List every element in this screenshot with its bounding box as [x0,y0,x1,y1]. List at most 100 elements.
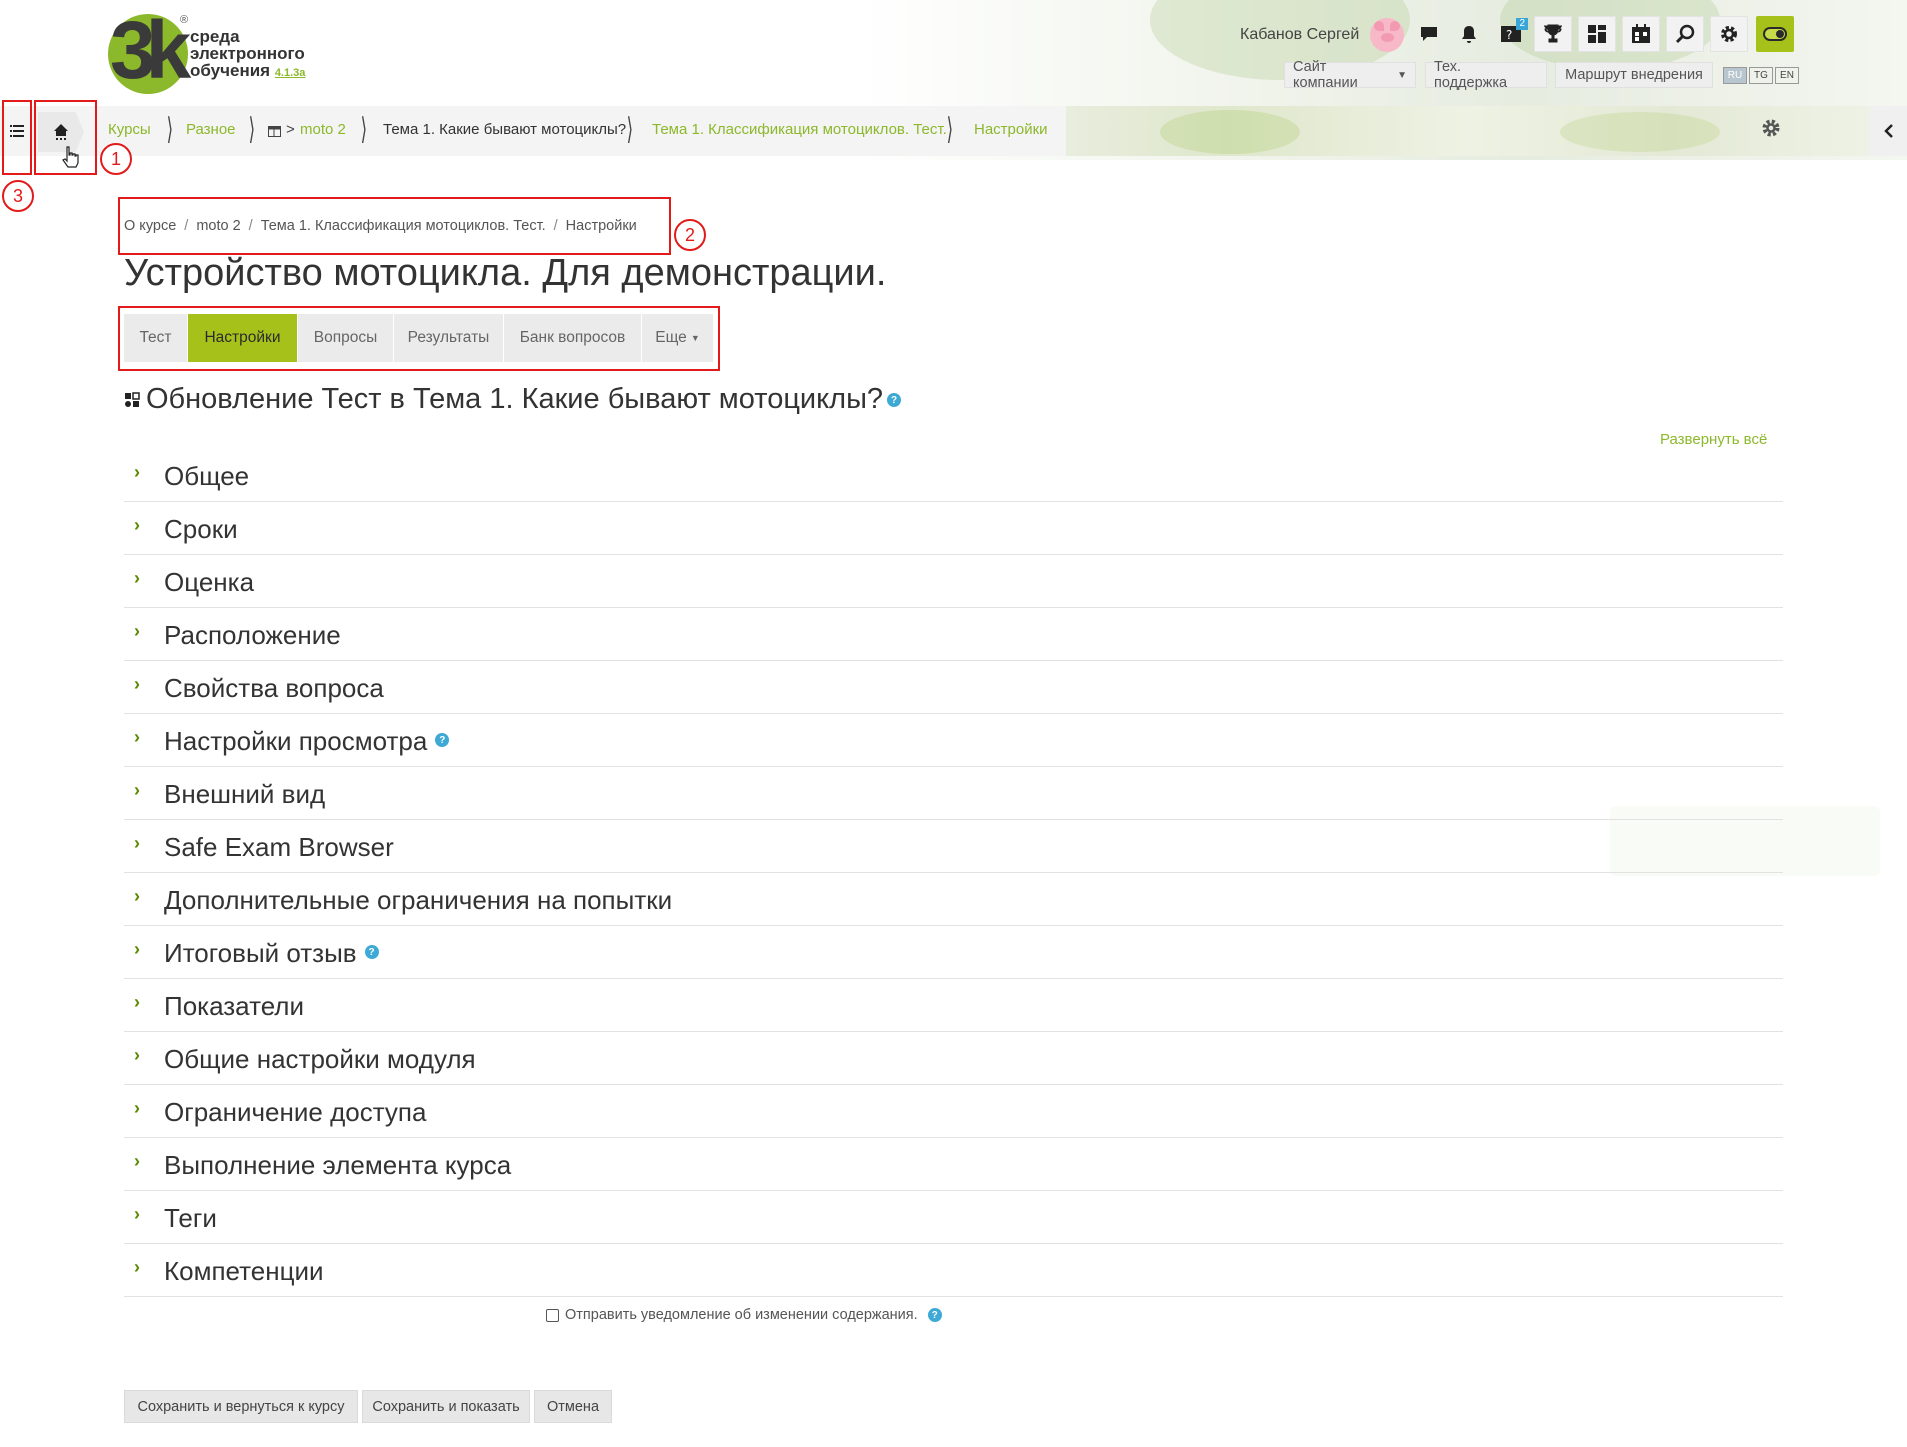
page-settings-gear-icon[interactable] [1760,117,1782,145]
help-badge-icon[interactable]: ? 2 [1494,16,1532,52]
path-item-about[interactable]: О курсе [124,218,176,234]
lang-en[interactable]: EN [1775,67,1799,84]
lang-tg[interactable]: TG [1749,67,1773,84]
section-label: Настройки просмотра? [164,726,450,757]
avatar-ear [1390,21,1400,31]
breadcrumb-item-courses[interactable]: Курсы [108,121,151,138]
section-safe-exam-browser[interactable]: › Safe Exam Browser [124,820,1783,873]
search-icon[interactable] [1666,16,1704,52]
chat-icon[interactable] [1410,16,1448,52]
section-indicators[interactable]: › Показатели [124,979,1783,1032]
help-icon[interactable]: ? [364,945,379,960]
section-label-text: Общее [164,461,250,491]
section-label-text: Safe Exam Browser [164,832,394,862]
gear-icon[interactable] [1710,16,1748,52]
page-title: Устройство мотоцикла. Для демонстрации. [124,252,887,294]
section-overall-feedback[interactable]: › Итоговый отзыв? [124,926,1783,979]
breadcrumb-item-quiz[interactable]: Тема 1. Классификация мотоциклов. Тест. [652,121,947,138]
trophy-icon[interactable] [1534,16,1572,52]
section-competencies[interactable]: › Компетенции [124,1244,1783,1297]
annotation-box-3 [2,100,32,175]
chevron-right-icon: › [134,833,140,853]
section-grade[interactable]: › Оценка [124,555,1783,608]
section-label-text: Оценка [164,567,255,597]
section-timing[interactable]: › Сроки [124,502,1783,555]
logo-version: 4.1.3a [274,67,306,79]
breadcrumb-item-course[interactable]: moto 2 [300,121,346,138]
section-tags[interactable]: › Теги [124,1191,1783,1244]
section-extra-restrictions[interactable]: › Дополнительные ограничения на попытки [124,873,1783,926]
logo-line-1: среда [190,27,240,46]
section-label-text: Показатели [164,991,304,1021]
section-label: Ограничение доступа [164,1097,426,1128]
path-item-quiz[interactable]: Тема 1. Классификация мотоциклов. Тест. [261,218,546,234]
dashboard-icon[interactable] [1578,16,1616,52]
company-site-dropdown[interactable]: Сайт компании ▼ [1284,59,1416,91]
breadcrumb-item-misc[interactable]: Разное [186,121,236,138]
help-icon[interactable]: ? [435,733,450,748]
notify-label[interactable]: Отправить уведомление об изменении содер… [565,1307,918,1323]
chevron-small-icon: > [286,121,295,138]
section-layout[interactable]: › Расположение [124,608,1783,661]
section-access-restrictions[interactable]: › Ограничение доступа [124,1085,1783,1138]
drawer-toggle[interactable] [1870,106,1907,156]
path-item-course[interactable]: moto 2 [196,218,240,234]
notify-checkbox[interactable] [546,1308,559,1322]
section-label-text: Расположение [164,620,341,650]
logo[interactable]: 3k ® среда электронного обучения 4.1.3a [104,6,324,100]
notify-option: Отправить уведомление об изменении содер… [546,1307,942,1323]
section-module-settings[interactable]: › Общие настройки модуля [124,1032,1783,1085]
section-label-text: Сроки [164,514,238,544]
tab-settings[interactable]: Настройки [188,314,298,362]
section-label: Теги [164,1203,217,1234]
theme-toggle-icon[interactable] [1756,16,1794,52]
expand-all-link[interactable]: Развернуть всё [1660,431,1767,448]
section-label: Свойства вопроса [164,673,384,704]
save-return-button[interactable]: Сохранить и вернуться к курсу [124,1390,358,1423]
section-label-text: Дополнительные ограничения на попытки [164,885,673,915]
chevron-down-icon: ▼ [1397,69,1407,81]
chevron-right-icon: ⟩ [360,113,368,146]
annotation-marker-1: 1 [100,143,132,175]
calendar-icon[interactable] [1622,16,1660,52]
section-label: Показатели [164,991,304,1022]
chevron-right-icon: › [134,992,140,1012]
section-label: Внешний вид [164,779,325,810]
tab-more[interactable]: Еще ▼ [642,314,714,362]
user-avatar[interactable] [1370,18,1404,52]
tab-question-bank[interactable]: Банк вопросов [504,314,642,362]
tab-results[interactable]: Результаты [394,314,504,362]
breadcrumb-item-settings[interactable]: Настройки [974,121,1048,138]
chevron-right-icon: › [134,780,140,800]
section-question-behaviour[interactable]: › Свойства вопроса [124,661,1783,714]
breadcrumb-item-topic[interactable]: Тема 1. Какие бывают мотоциклы? [383,121,626,138]
cancel-button[interactable]: Отмена [534,1390,612,1423]
section-completion[interactable]: › Выполнение элемента курса [124,1138,1783,1191]
tab-quiz[interactable]: Тест [124,314,188,362]
path-separator: / [553,218,558,234]
section-review-options[interactable]: › Настройки просмотра? [124,714,1783,767]
help-icon[interactable]: ? [927,1308,942,1322]
support-button[interactable]: Тех. поддержка [1425,59,1547,91]
chevron-right-icon: › [134,621,140,641]
tab-bar: Тест Настройки Вопросы Результаты Банк в… [124,314,714,362]
section-label: Оценка [164,567,254,598]
section-label-text: Свойства вопроса [164,673,384,703]
tab-questions[interactable]: Вопросы [298,314,394,362]
update-heading: Обновление Тест в Тема 1. Какие бывают м… [124,383,902,416]
path-item-settings[interactable]: Настройки [566,218,637,234]
logo-line-3: обучения 4.1.3a [190,62,340,82]
user-name[interactable]: Кабанов Сергей [1240,26,1359,44]
bell-icon[interactable] [1450,16,1488,52]
help-icon[interactable]: ? [887,393,902,408]
section-general[interactable]: › Общее [124,449,1783,502]
chevron-right-icon: › [134,1151,140,1171]
logo-text: среда электронного обучения 4.1.3a [190,28,340,82]
section-label: Общие настройки модуля [164,1044,476,1075]
chevron-right-icon: › [134,568,140,588]
route-button[interactable]: Маршрут внедрения [1555,62,1713,88]
section-label-text: Внешний вид [164,779,326,809]
save-show-button[interactable]: Сохранить и показать [362,1390,530,1423]
section-appearance[interactable]: › Внешний вид [124,767,1783,820]
lang-ru[interactable]: RU [1723,67,1747,84]
